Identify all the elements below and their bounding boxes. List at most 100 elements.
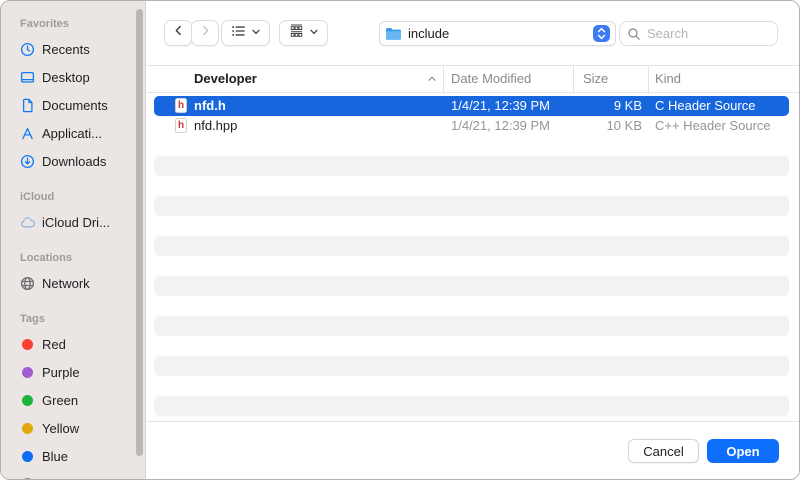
open-dialog-window: Favorites Recents Desktop Documents Applicat… xyxy=(0,0,800,480)
column-header-developer[interactable]: Developer xyxy=(194,66,257,92)
sidebar-item-green[interactable]: Green xyxy=(1,386,145,414)
tag-dot-icon xyxy=(20,393,35,408)
sidebar-item-label: Recents xyxy=(42,42,90,57)
file-size: 9 KB xyxy=(526,96,642,116)
empty-list-row xyxy=(147,196,799,216)
sidebar-item-label: Green xyxy=(42,393,78,408)
chevron-down-icon xyxy=(309,24,319,42)
tag-dot-icon xyxy=(20,449,35,464)
sidebar-item-all-tags[interactable]: All Tags xyxy=(1,470,145,479)
sidebar-item-label: Red xyxy=(42,337,66,352)
header-file-icon: h xyxy=(175,118,187,133)
row-stripe xyxy=(154,196,789,216)
row-stripe xyxy=(154,276,789,296)
sidebar-scrollbar[interactable] xyxy=(136,9,143,456)
sidebar-section-label: Locations xyxy=(1,247,145,269)
file-icon-letter: h xyxy=(178,101,184,111)
chevron-down-icon xyxy=(251,24,261,42)
row-stripe xyxy=(154,236,789,256)
applications-icon xyxy=(20,126,35,141)
location-label: include xyxy=(408,26,615,41)
chevron-left-icon xyxy=(172,24,185,42)
column-header-date-modified[interactable]: Date Modified xyxy=(451,66,531,92)
column-header-size[interactable]: Size xyxy=(583,66,608,92)
column-separator[interactable] xyxy=(573,66,574,92)
sidebar-item-label: iCloud Dri... xyxy=(42,215,110,230)
tag-dot-icon xyxy=(22,339,33,350)
sidebar-item-documents[interactable]: Documents xyxy=(1,91,145,119)
footer-divider xyxy=(147,421,799,422)
sidebar: Favorites Recents Desktop Documents Applicat… xyxy=(1,1,146,479)
empty-list-row xyxy=(147,316,799,336)
file-row-nfd-hpp[interactable]: hnfd.hpp1/4/21, 12:39 PM10 KBC++ Header … xyxy=(147,116,799,136)
empty-list-row xyxy=(147,176,799,196)
file-kind: C Header Source xyxy=(655,96,755,116)
tag-dot-icon xyxy=(22,423,33,434)
file-icon-letter: h xyxy=(178,121,184,131)
clock-icon xyxy=(20,42,35,57)
download-icon xyxy=(20,154,35,169)
column-header-row: Developer Date Modified Size Kind xyxy=(147,65,799,93)
cancel-button[interactable]: Cancel xyxy=(628,439,699,463)
document-icon xyxy=(20,98,35,113)
empty-list-row xyxy=(147,216,799,236)
sidebar-item-icloud-dri[interactable]: iCloud Dri... xyxy=(1,208,145,236)
empty-list-row xyxy=(147,396,799,416)
sidebar-item-downloads[interactable]: Downloads xyxy=(1,147,145,175)
open-button[interactable]: Open xyxy=(707,439,779,463)
sort-ascending-icon xyxy=(424,66,440,92)
header-file-icon: h xyxy=(175,98,187,113)
main-pane: include Developer Date Modified Si xyxy=(147,1,799,479)
search-field[interactable] xyxy=(619,21,778,46)
sidebar-item-label: Network xyxy=(42,276,90,291)
search-input[interactable] xyxy=(645,25,777,42)
desktop-icon xyxy=(20,70,35,85)
empty-list-row xyxy=(147,376,799,396)
back-button[interactable] xyxy=(164,20,192,46)
globe-icon xyxy=(20,276,35,291)
sidebar-item-label: Downloads xyxy=(42,154,106,169)
row-stripe xyxy=(154,156,789,176)
sidebar-item-recents[interactable]: Recents xyxy=(1,35,145,63)
folder-icon xyxy=(385,27,402,41)
empty-list-row xyxy=(147,236,799,256)
sidebar-section-label: Favorites xyxy=(1,13,145,35)
empty-list-row xyxy=(147,296,799,316)
sidebar-item-desktop[interactable]: Desktop xyxy=(1,63,145,91)
sidebar-item-red[interactable]: Red xyxy=(1,330,145,358)
file-row-nfd-h[interactable]: hnfd.h1/4/21, 12:39 PM9 KBC Header Sourc… xyxy=(147,96,799,116)
tag-dot-icon xyxy=(20,365,35,380)
sidebar-item-label: Yellow xyxy=(42,421,79,436)
sidebar-item-label: All Tags xyxy=(42,477,87,480)
tag-dot-icon xyxy=(20,421,35,436)
file-name: nfd.hpp xyxy=(194,116,237,136)
forward-button[interactable] xyxy=(191,20,219,46)
file-list: hnfd.h1/4/21, 12:39 PM9 KBC Header Sourc… xyxy=(147,96,799,416)
sidebar-item-label: Applicati... xyxy=(42,126,102,141)
sidebar-item-yellow[interactable]: Yellow xyxy=(1,414,145,442)
sidebar-item-applicati[interactable]: Applicati... xyxy=(1,119,145,147)
tag-dot-icon xyxy=(20,337,35,352)
file-name: nfd.h xyxy=(194,96,226,116)
sidebar-item-blue[interactable]: Blue xyxy=(1,442,145,470)
list-view-icon xyxy=(231,24,246,43)
location-dropdown[interactable]: include xyxy=(379,21,616,46)
column-separator[interactable] xyxy=(443,66,444,92)
sidebar-item-network[interactable]: Network xyxy=(1,269,145,297)
stepper-icon[interactable] xyxy=(593,25,610,42)
sidebar-item-label: Documents xyxy=(42,98,108,113)
tag-dot-icon xyxy=(22,451,33,462)
sidebar-section-label: iCloud xyxy=(1,186,145,208)
cloud-icon xyxy=(20,215,35,230)
magnifier-icon xyxy=(627,27,641,41)
empty-list-row xyxy=(147,156,799,176)
group-view-button[interactable] xyxy=(279,20,328,46)
empty-list-row xyxy=(147,276,799,296)
chevron-right-icon xyxy=(199,24,212,42)
column-header-kind[interactable]: Kind xyxy=(655,66,681,92)
empty-list-row xyxy=(147,336,799,356)
list-view-button[interactable] xyxy=(221,20,270,46)
sidebar-item-purple[interactable]: Purple xyxy=(1,358,145,386)
sidebar-section-tags: TagsRedPurpleGreenYellowBlueAll Tags xyxy=(1,308,145,479)
column-separator[interactable] xyxy=(648,66,649,92)
